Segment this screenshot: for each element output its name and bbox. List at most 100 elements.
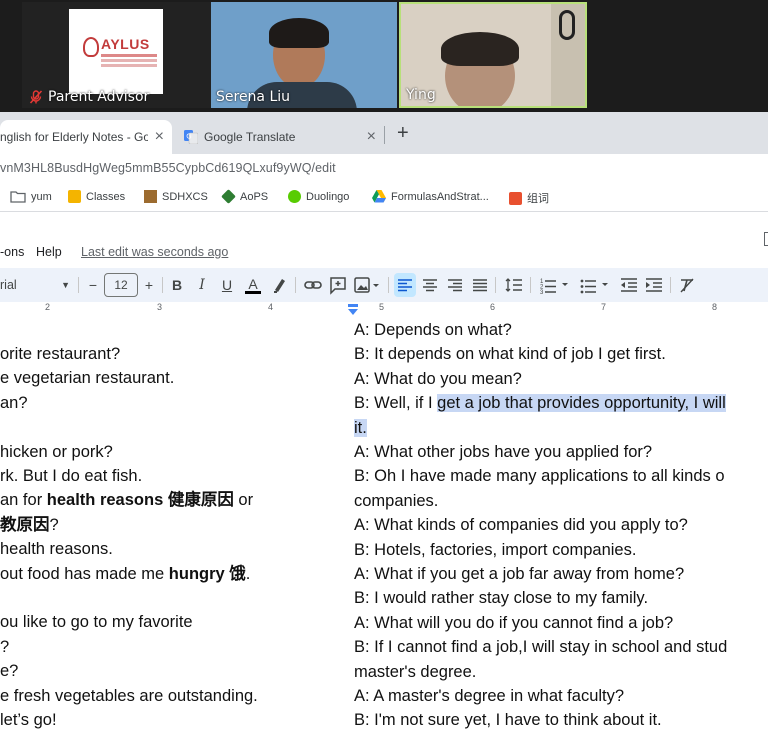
formatting-toolbar: rial ▼ − 12 + B I U A 123 <box>0 268 768 302</box>
text-line: out food has made me hungry 饿. <box>0 562 250 586</box>
docs-menu-bar: -ons Help Last edit was seconds ago <box>0 212 768 268</box>
text-line: B: Oh I have made many applications to a… <box>354 467 725 486</box>
google-translate-icon: G <box>184 130 198 144</box>
tab-docs[interactable]: nglish for Elderly Notes - Goo × <box>0 120 172 154</box>
menu-addons[interactable]: -ons <box>0 245 24 259</box>
aylus-logo-text: AYLUS <box>101 36 150 52</box>
text-line: health reasons. <box>0 540 113 559</box>
line-spacing-icon[interactable] <box>503 273 525 297</box>
classes-icon <box>68 190 81 203</box>
text-line: 教原因? <box>0 513 59 537</box>
text-line: hicken or pork? <box>0 442 113 461</box>
close-tab-icon[interactable]: × <box>367 128 376 146</box>
participant-name: Ying <box>406 87 436 103</box>
sdhxcs-icon <box>144 190 157 203</box>
indent-marker-icon[interactable] <box>347 304 359 316</box>
video-strip: AYLUS Parent Advisor Serena Liu Ying <box>0 0 768 112</box>
comments-icon[interactable] <box>764 232 768 246</box>
bookmarks-bar: yum Classes SDHXCS AoPS Duolingo Formula… <box>0 184 768 212</box>
text-line: B: I'm not sure yet, I have to think abo… <box>354 711 662 730</box>
text-line: B: Hotels, factories, import companies. <box>354 540 637 559</box>
text-run: . <box>245 564 251 583</box>
bookmark-yum[interactable]: yum <box>10 190 52 203</box>
participant-tile-ying[interactable]: Ying <box>399 2 587 108</box>
participant-name: Serena Liu <box>216 89 291 105</box>
bulleted-list-icon[interactable] <box>578 273 612 297</box>
text-line: an? <box>0 393 28 412</box>
text-line: A: What will you do if you cannot find a… <box>354 613 674 632</box>
text-run: ? <box>49 515 59 534</box>
align-right-icon[interactable] <box>445 273 465 297</box>
italic-button[interactable]: I <box>193 273 211 297</box>
add-comment-icon[interactable] <box>329 273 347 297</box>
text-line: A: What other jobs have you applied for? <box>354 443 653 461</box>
align-justify-icon[interactable] <box>470 273 490 297</box>
bold-text: 教原因 <box>0 515 50 534</box>
text-line: B: It depends on what kind of job I get … <box>354 345 666 364</box>
document-body[interactable]: orite restaurant? e vegetarian restaurant… <box>0 316 768 753</box>
text-line: ou like to go to my favorite <box>0 613 193 632</box>
text-line: A: What kinds of companies did you apply… <box>354 516 688 535</box>
bookmark-formulas[interactable]: FormulasAndStrat... <box>372 190 489 203</box>
text-line: A: Depends on what? <box>354 321 512 339</box>
new-tab-button[interactable]: + <box>397 122 409 145</box>
text-run: B: Well, if I <box>354 394 438 413</box>
text-line: B: I would rather stay close to my famil… <box>354 589 649 608</box>
zuci-icon <box>509 191 522 205</box>
text-selection: it. <box>354 418 367 437</box>
text-line: A: A master's degree in what faculty? <box>354 687 625 705</box>
participant-tile-parent-advisor[interactable]: AYLUS Parent Advisor <box>22 2 212 108</box>
bold-text: health reasons <box>46 491 164 510</box>
close-tab-icon[interactable]: × <box>155 128 164 146</box>
bold-text: 饿 <box>229 564 246 583</box>
bookmark-classes[interactable]: Classes <box>68 190 125 203</box>
align-center-icon[interactable] <box>420 273 440 297</box>
svg-text:G: G <box>186 133 191 141</box>
font-family-select[interactable]: rial ▼ <box>0 273 72 297</box>
font-size-input[interactable]: 12 <box>104 273 138 297</box>
bookmark-zuci[interactable]: 组词 <box>509 190 549 206</box>
text-line: an for health reasons 健康原因 or <box>0 488 253 512</box>
align-left-icon[interactable] <box>394 273 416 297</box>
drive-icon <box>372 190 386 203</box>
decrease-font-size-button[interactable]: − <box>84 273 102 297</box>
tab-google-translate[interactable]: G Google Translate × <box>176 120 384 154</box>
svg-text:3: 3 <box>540 290 544 296</box>
text-line: e vegetarian restaurant. <box>0 369 175 388</box>
text-color-button[interactable]: A <box>243 273 263 297</box>
text-line: rk. But I do eat fish. <box>0 467 143 485</box>
address-bar[interactable]: vnM3HL8BusdHgWeg5mmB55CypbCd619QLxuf9yWQ… <box>0 154 768 184</box>
bold-text: 健康原因 <box>167 491 234 510</box>
text-line: it. <box>354 416 367 440</box>
increase-font-size-button[interactable]: + <box>140 273 158 297</box>
text-line: e? <box>0 662 19 681</box>
duolingo-icon <box>288 190 301 203</box>
bookmark-aops[interactable]: AoPS <box>221 189 268 204</box>
folder-icon <box>10 191 26 203</box>
text-line: e fresh vegetables are outstanding. <box>0 686 258 705</box>
bold-button[interactable]: B <box>168 273 186 297</box>
underline-button[interactable]: U <box>218 273 236 297</box>
participant-tile-serena-liu[interactable]: Serena Liu <box>211 2 397 108</box>
bookmark-sdhxcs[interactable]: SDHXCS <box>144 190 208 203</box>
insert-image-icon[interactable] <box>353 273 381 297</box>
url-text: vnM3HL8BusdHgWeg5mmB55CypbCd619QLxuf9yWQ… <box>0 161 336 175</box>
text-line: A: What do you mean? <box>354 369 522 388</box>
text-line: B: If I cannot find a job,I will stay in… <box>354 638 728 657</box>
text-line: A: What if you get a job far away from h… <box>354 565 685 583</box>
decrease-indent-icon[interactable] <box>618 273 640 297</box>
text-line: master's degree. <box>354 662 477 681</box>
last-edit-link[interactable]: Last edit was seconds ago <box>81 245 228 259</box>
text-line: B: Well, if I get a job that provides op… <box>354 391 726 415</box>
highlight-pen-icon[interactable] <box>270 273 288 297</box>
increase-indent-icon[interactable] <box>643 273 665 297</box>
lamp <box>559 10 575 40</box>
clear-formatting-icon[interactable] <box>677 273 697 297</box>
menu-help[interactable]: Help <box>36 245 62 259</box>
bookmark-duolingo[interactable]: Duolingo <box>288 190 349 203</box>
text-run: or <box>233 491 254 510</box>
numbered-list-icon[interactable]: 123 <box>538 273 572 297</box>
text-line: orite restaurant? <box>0 345 121 363</box>
link-icon[interactable] <box>303 273 323 297</box>
ruler[interactable]: 2 3 4 5 6 7 8 <box>0 302 768 317</box>
